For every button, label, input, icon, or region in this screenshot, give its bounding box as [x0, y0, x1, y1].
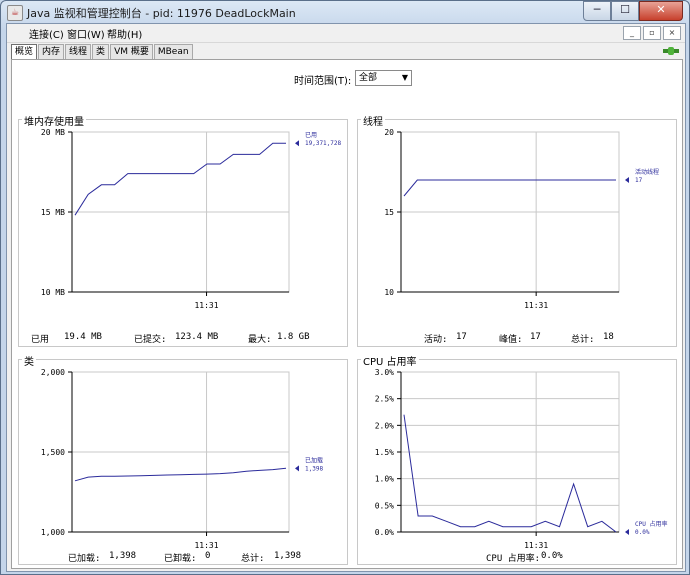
heap-legend-marker: [295, 140, 299, 147]
classes-y-tick-label: 1,500: [41, 448, 65, 457]
classes-total-value: 1,398: [274, 551, 302, 561]
tab-threads[interactable]: 线程: [65, 44, 92, 60]
heap-committed-value: 123.4 MB: [175, 332, 219, 342]
classes-unloaded-label: 已卸载:: [164, 554, 197, 564]
title-bar[interactable]: ☕ Java 监视和管理控制台 - pid: 11976 DeadLockMai…: [1, 1, 689, 23]
heap-legend-name: 已用: [305, 132, 317, 139]
menu-help[interactable]: 帮助(H): [107, 26, 142, 41]
threads-y-tick-label: 20: [384, 128, 394, 137]
cpu-y-tick-label: 0.5%: [375, 501, 394, 510]
classes-legend-value: 1,398: [305, 465, 323, 472]
heap-y-tick-label: 20 MB: [41, 128, 65, 137]
heap-max-label: 最大:: [248, 335, 272, 345]
threads-y-tick-label: 15: [384, 208, 394, 217]
classes-panel: 类 2,000 1,500 1,000 11:31 已加载 1,398 已加载: 1,39…: [18, 353, 348, 565]
cpu-y-tick-label: 2.5%: [375, 395, 394, 404]
time-range-value: 全部: [359, 73, 378, 83]
heap-x-tick-label: 11:31: [194, 301, 218, 310]
classes-legend-marker: [295, 465, 299, 472]
minimize-button[interactable]: ─: [583, 1, 611, 21]
heap-chart: 20 MB 15 MB 10 MB 11:31 已用19,371,728: [41, 128, 342, 310]
cpu-usage-label: CPU 占用率:: [486, 554, 541, 564]
classes-legend-name: 已加载: [305, 456, 323, 464]
threads-panel: 线程 20 15 10 11:31 活动线程 17 活动: 17 峰值: 17 总计: 1…: [357, 113, 677, 347]
window-title: Java 监视和管理控制台 - pid: 11976 DeadLockMain: [27, 7, 296, 20]
cpu-chart: 3.0% 2.5% 2.0% 1.5% 1.0% 0.5% 0.0% 11:31 CPU 占用率…: [375, 368, 668, 550]
heap-y-tick-label: 10 MB: [41, 288, 65, 297]
heap-committed-label: 已提交:: [134, 335, 167, 345]
threads-live-value: 17: [456, 332, 467, 342]
tab-overview[interactable]: 概览: [11, 44, 38, 60]
tab-memory[interactable]: 内存: [38, 44, 65, 60]
cpu-y-tick-label: 0.0%: [375, 528, 394, 537]
inner-close-button[interactable]: ×: [663, 26, 681, 40]
classes-y-tick-label: 1,000: [41, 528, 65, 537]
app-window: ☕ Java 监视和管理控制台 - pid: 11976 DeadLockMai…: [0, 0, 690, 575]
client-area: 连接(C) 窗口(W) 帮助(H) _ ▫ × 概览 内存 线程 类 VM 概要…: [6, 23, 686, 572]
tab-strip: 概览 内存 线程 类 VM 概要 MBean: [11, 44, 194, 60]
threads-legend-name: 活动线程: [635, 168, 659, 176]
cpu-legend-name: CPU 占用率: [635, 520, 667, 528]
threads-total-label: 总计:: [571, 335, 595, 345]
menu-bar: 连接(C) 窗口(W) 帮助(H) _ ▫ ×: [7, 24, 685, 43]
classes-x-tick-label: 11:31: [194, 541, 218, 550]
cpu-y-tick-label: 1.5%: [375, 448, 394, 457]
java-icon: ☕: [7, 5, 23, 21]
maximize-button[interactable]: ☐: [611, 1, 639, 21]
classes-total-label: 总计:: [241, 554, 265, 564]
cpu-legend-marker: [625, 529, 629, 535]
heap-legend-value: 19,371,728: [305, 140, 342, 147]
cpu-panel: CPU 占用率 3.0% 2.5% 2.0% 1.5% 1.0% 0.5% 0.0% 11:3…: [357, 353, 677, 565]
classes-unloaded-value: 0: [205, 551, 211, 561]
cpu-usage-value: 0.0%: [541, 551, 563, 561]
cpu-x-tick-label: 11:31: [524, 541, 548, 550]
threads-chart: 20 15 10 11:31 活动线程17: [384, 128, 659, 310]
classes-chart: 2,000 1,500 1,000 11:31 已加载1,398: [41, 368, 324, 550]
heap-max-value: 1.8 GB: [277, 332, 310, 342]
connection-status-icon: [663, 47, 679, 55]
heap-used-label: 已用: [31, 335, 50, 345]
tab-mbean[interactable]: MBean: [153, 44, 193, 60]
cpu-y-tick-label: 2.0%: [375, 421, 394, 430]
tab-classes[interactable]: 类: [92, 44, 110, 60]
tab-vm-summary[interactable]: VM 概要: [110, 44, 153, 60]
close-button[interactable]: ✕: [639, 1, 683, 21]
heap-used-value: 19.4 MB: [64, 332, 102, 342]
menu-window[interactable]: 窗口(W): [67, 26, 105, 41]
heap-panel: 堆内存使用量 20 MB 15 MB 10 MB 11:31 已用 19,371,728 …: [18, 113, 348, 347]
threads-x-tick-label: 11:31: [524, 301, 548, 310]
inner-restore-button[interactable]: ▫: [643, 26, 661, 40]
inner-minimize-button[interactable]: _: [623, 26, 641, 40]
threads-total-value: 18: [603, 332, 614, 342]
cpu-legend-value: 0.0%: [635, 529, 650, 536]
threads-legend-marker: [625, 177, 629, 183]
time-range-label: 时间范围(T):: [294, 76, 352, 87]
threads-peak-label: 峰值:: [499, 335, 523, 345]
heap-y-tick-label: 15 MB: [41, 208, 65, 217]
cpu-y-tick-label: 3.0%: [375, 368, 394, 377]
classes-loaded-value: 1,398: [109, 551, 137, 561]
threads-peak-value: 17: [530, 332, 541, 342]
overview-content: 时间范围(T): 全部 ▼ 堆内存使用量 20 MB 15 MB 10 MB 11:3…: [11, 59, 683, 569]
classes-loaded-label: 已加载:: [68, 554, 101, 564]
chevron-down-icon: ▼: [401, 73, 408, 82]
threads-live-label: 活动:: [424, 335, 448, 345]
threads-y-tick-label: 10: [384, 288, 394, 297]
threads-legend-value: 17: [635, 177, 643, 184]
classes-y-tick-label: 2,000: [41, 368, 65, 377]
menu-connection[interactable]: 连接(C): [29, 26, 64, 41]
time-range-select[interactable]: 全部 ▼: [355, 70, 412, 86]
cpu-y-tick-label: 1.0%: [375, 475, 394, 484]
